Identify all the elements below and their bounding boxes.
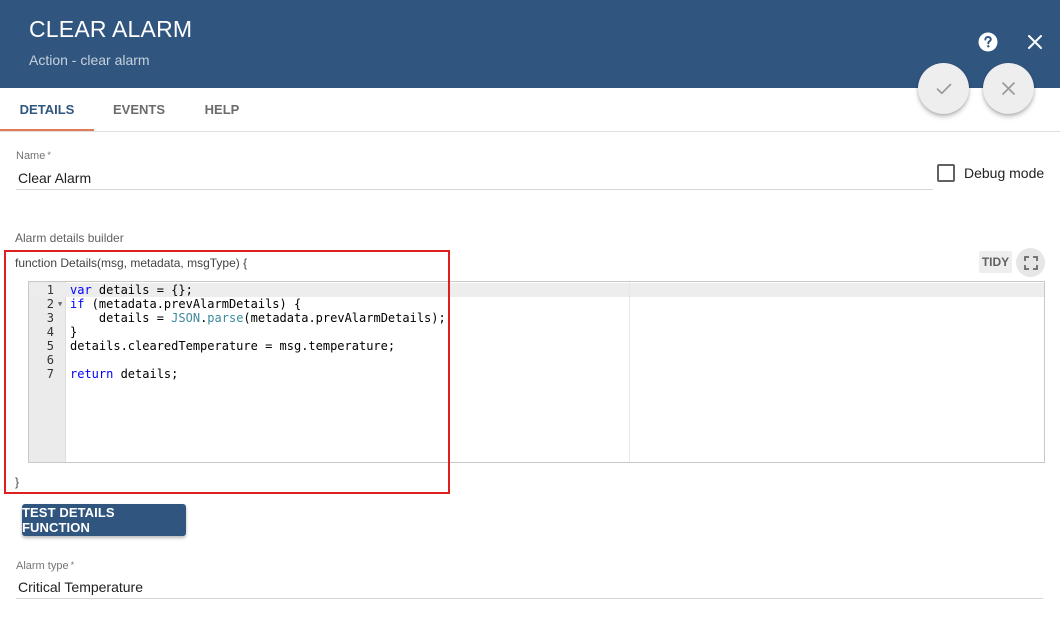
tidy-button[interactable]: TIDY: [979, 251, 1012, 273]
line-number: 4: [46, 325, 54, 339]
function-closing-brace: }: [15, 475, 20, 489]
close-icon: [1028, 35, 1042, 49]
name-input[interactable]: [16, 166, 933, 190]
fold-arrow-icon[interactable]: ▼: [58, 297, 62, 311]
close-dialog-button[interactable]: [1023, 30, 1047, 54]
name-field-label: Name *: [16, 150, 51, 162]
code-line: 1 var details = {};: [29, 283, 1044, 297]
code-line: 6: [29, 353, 1044, 367]
code-text: details.clearedTemperature = msg.tempera…: [70, 339, 396, 353]
code-text: details = JSON.parse(metadata.prevAlarmD…: [70, 311, 446, 325]
debug-mode-label: Debug mode: [964, 165, 1045, 181]
fullscreen-button[interactable]: [1016, 248, 1045, 277]
tab-events[interactable]: EVENTS: [100, 88, 178, 131]
code-line: 3 details = JSON.parse(metadata.prevAlar…: [29, 311, 1044, 325]
code-line: 7 return details;: [29, 367, 1044, 381]
test-details-function-button[interactable]: TEST DETAILS FUNCTION: [22, 504, 186, 536]
rule-node-dialog: CLEAR ALARM Action - clear alarm DETAILS…: [0, 0, 1060, 623]
code-line: 2 ▼ if (metadata.prevAlarmDetails) {: [29, 297, 1044, 311]
active-tab-indicator: [0, 129, 94, 131]
line-number: 6: [46, 353, 54, 367]
code-text: var details = {};: [70, 283, 193, 297]
required-mark: *: [70, 560, 75, 570]
function-signature: function Details(msg, metadata, msgType)…: [15, 256, 248, 270]
code-line: 5 details.clearedTemperature = msg.tempe…: [29, 339, 1044, 353]
dialog-header: CLEAR ALARM Action - clear alarm: [0, 0, 1060, 88]
debug-mode-checkbox[interactable]: [937, 164, 955, 182]
code-text: return details;: [70, 367, 179, 381]
line-number: 5: [46, 339, 54, 353]
tab-bar: DETAILS EVENTS HELP: [0, 88, 1060, 132]
alarm-type-input[interactable]: [16, 575, 1043, 599]
required-mark: *: [47, 150, 51, 160]
fullscreen-icon: [1023, 255, 1038, 270]
line-number: 2: [46, 297, 54, 311]
code-text: if (metadata.prevAlarmDetails) {: [70, 297, 302, 311]
tab-help[interactable]: HELP: [190, 88, 254, 131]
line-number: 7: [46, 367, 54, 381]
help-button[interactable]: [976, 30, 1000, 54]
code-lines: 1 var details = {}; 2 ▼ if (metadata.pre…: [29, 283, 1044, 381]
tab-details[interactable]: DETAILS: [0, 88, 94, 131]
line-number: 1: [46, 283, 54, 297]
code-line: 4 }: [29, 325, 1044, 339]
dialog-subtitle: Action - clear alarm: [29, 52, 150, 68]
alarm-details-builder-label: Alarm details builder: [15, 231, 124, 245]
alarm-type-field-label: Alarm type *: [16, 560, 75, 572]
code-text: }: [70, 325, 78, 339]
line-number: 3: [46, 311, 54, 325]
help-circle-icon: [978, 32, 998, 52]
dialog-title: CLEAR ALARM: [29, 16, 193, 42]
code-editor[interactable]: 1 var details = {}; 2 ▼ if (metadata.pre…: [28, 281, 1045, 463]
